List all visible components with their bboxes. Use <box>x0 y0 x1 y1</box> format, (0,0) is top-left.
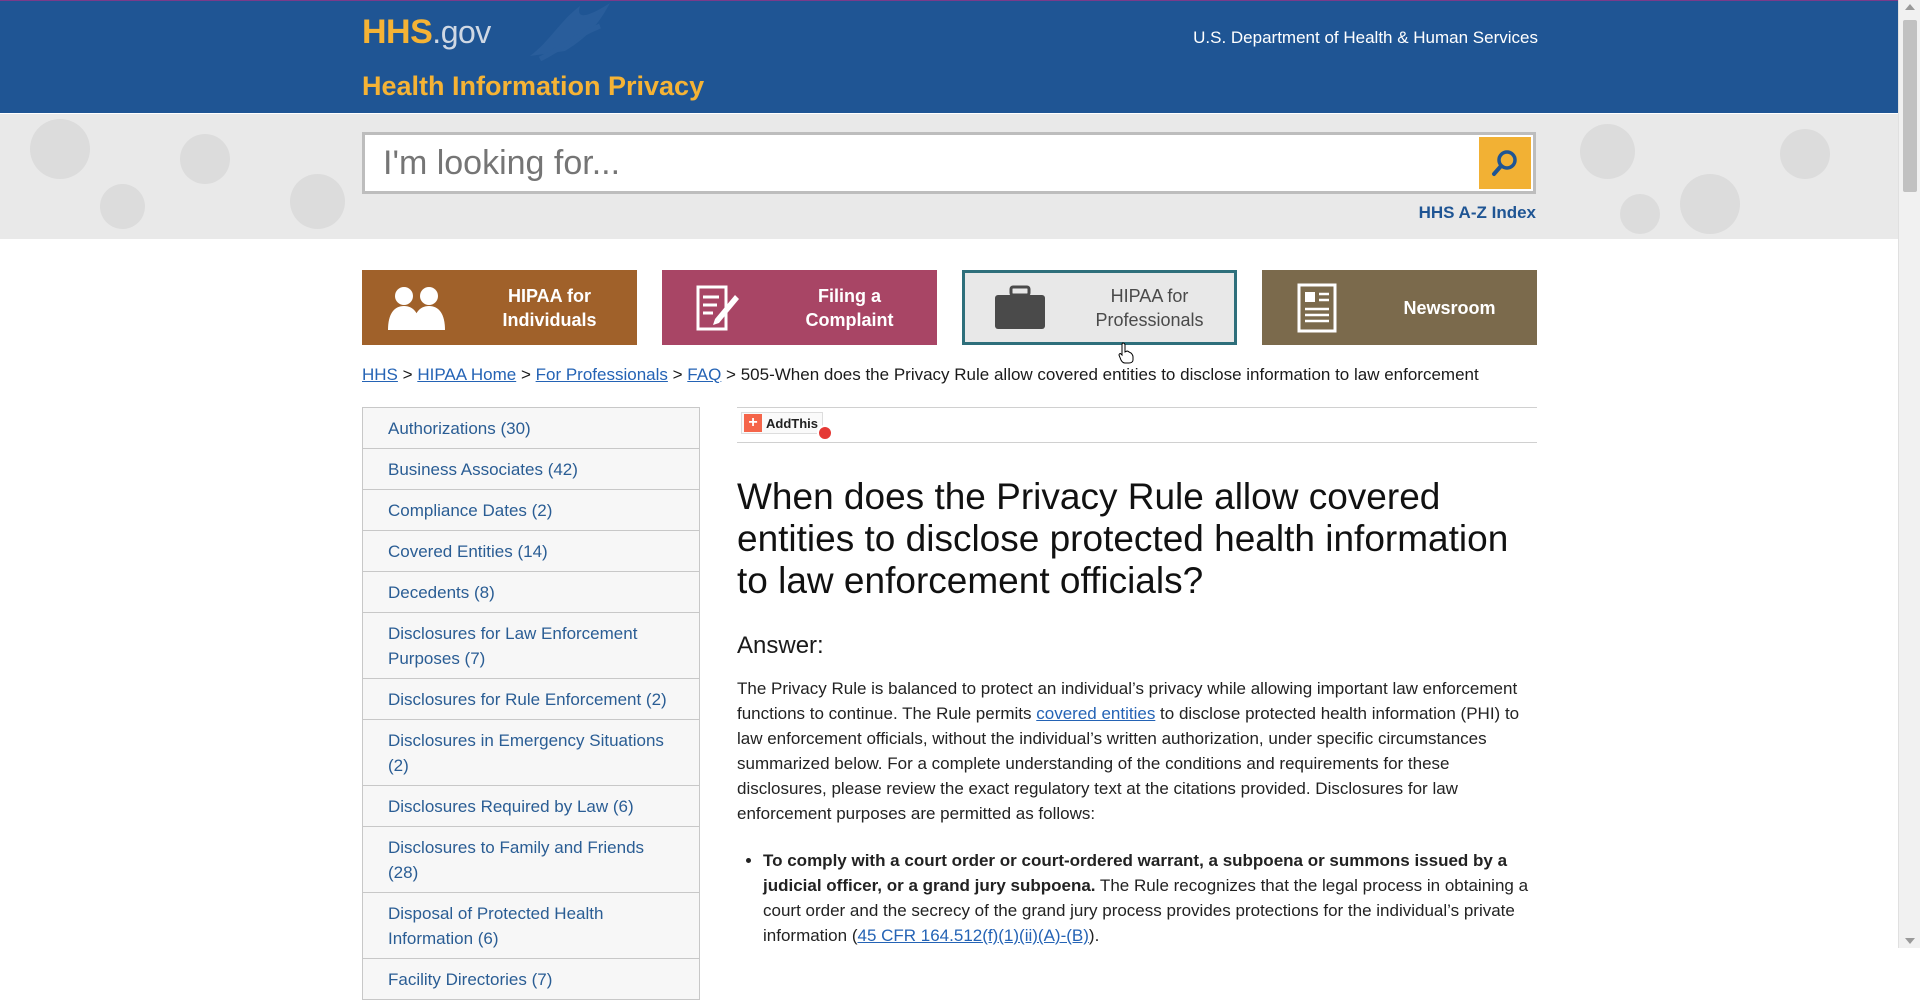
search-band: HHS A-Z Index <box>0 114 1898 239</box>
breadcrumb-link-hipaa-home[interactable]: HIPAA Home <box>417 365 516 384</box>
breadcrumb-separator: > <box>726 365 736 384</box>
answer-heading: Answer: <box>737 632 824 659</box>
sidebar-item-compliance-dates[interactable]: Compliance Dates (2) <box>363 490 699 531</box>
sidebar-item-rule-enforcement[interactable]: Disclosures for Rule Enforcement (2) <box>363 679 699 720</box>
az-index-link[interactable]: HHS A-Z Index <box>1419 203 1536 223</box>
bg-pattern-circle <box>1620 194 1660 234</box>
bg-pattern-circle <box>1680 174 1740 234</box>
bg-pattern-circle <box>290 174 345 229</box>
bg-pattern-circle <box>100 184 145 229</box>
tile-label: HIPAA for Professionals <box>1095 285 1204 330</box>
sidebar-item-family-and-friends[interactable]: Disclosures to Family and Friends (28) <box>363 827 699 893</box>
breadcrumb-link-for-professionals[interactable]: For Professionals <box>536 365 668 384</box>
bg-pattern-circle <box>180 134 230 184</box>
covered-entities-link[interactable]: covered entities <box>1036 704 1155 723</box>
sidebar-item-covered-entities[interactable]: Covered Entities (14) <box>363 531 699 572</box>
sidebar-item-facility-directories[interactable]: Facility Directories (7) <box>363 959 699 1000</box>
main-content: + AddThis When does the Privacy Rule all… <box>737 407 1537 948</box>
scroll-down-icon[interactable] <box>1905 938 1915 944</box>
site-header: HHS.gov U.S. Department of Health & Huma… <box>0 0 1898 113</box>
sidebar-item-decedents[interactable]: Decedents (8) <box>363 572 699 613</box>
scroll-thumb[interactable] <box>1903 20 1917 192</box>
breadcrumb-current: 505-When does the Privacy Rule allow cov… <box>740 365 1479 384</box>
bg-pattern-circle <box>1580 124 1635 179</box>
search-input[interactable] <box>365 135 1533 191</box>
tile-hipaa-professionals[interactable]: HIPAA for Professionals <box>962 270 1237 345</box>
page-scrollbar[interactable] <box>1898 0 1920 948</box>
bg-pattern-circle <box>1780 129 1830 179</box>
tile-label: HIPAA for Individuals <box>502 285 597 330</box>
list-item: To comply with a court order or court-or… <box>763 848 1537 948</box>
sidebar-item-law-enforcement[interactable]: Disclosures for Law Enforcement Purposes… <box>363 613 699 679</box>
scroll-up-icon[interactable] <box>1905 4 1915 10</box>
sidebar-item-business-associates[interactable]: Business Associates (42) <box>363 449 699 490</box>
breadcrumb-separator: > <box>520 365 531 384</box>
hhs-logo[interactable]: HHS.gov <box>362 13 491 52</box>
notification-badge-icon <box>817 425 833 441</box>
sidebar-item-disposal-phi[interactable]: Disposal of Protected Health Information… <box>363 893 699 959</box>
breadcrumb-separator: > <box>402 365 413 384</box>
tile-label: Filing a Complaint <box>805 285 894 330</box>
breadcrumb: HHS > HIPAA Home > For Professionals > F… <box>362 365 1479 385</box>
bullet-text: ). <box>1088 926 1100 945</box>
plus-icon: + <box>744 414 762 432</box>
tile-newsroom[interactable]: Newsroom <box>1262 270 1537 345</box>
page-title: When does the Privacy Rule allow covered… <box>737 476 1509 601</box>
disclosure-list: To comply with a court order or court-or… <box>737 848 1537 948</box>
logo-suffix: .gov <box>432 14 491 50</box>
breadcrumb-link-hhs[interactable]: HHS <box>362 365 398 384</box>
people-icon <box>362 286 472 330</box>
eagle-icon <box>530 3 610 61</box>
search-button[interactable] <box>1479 137 1531 189</box>
tile-filing-complaint[interactable]: Filing a Complaint <box>662 270 937 345</box>
hand-cursor-icon <box>1118 342 1134 364</box>
sidebar-item-authorizations[interactable]: Authorizations (30) <box>363 408 699 449</box>
sidebar-item-required-by-law[interactable]: Disclosures Required by Law (6) <box>363 786 699 827</box>
faq-category-sidebar: Authorizations (30) Business Associates … <box>362 407 700 1000</box>
newspaper-icon <box>1262 283 1372 333</box>
agency-name: U.S. Department of Health & Human Servic… <box>1193 28 1538 47</box>
cfr-citation-link[interactable]: 45 CFR 164.512(f)(1)(ii)(A)-(B) <box>857 926 1088 945</box>
tile-hipaa-individuals[interactable]: HIPAA for Individuals <box>362 270 637 345</box>
bg-pattern-circle <box>30 119 90 179</box>
sidebar-item-emergency-situations[interactable]: Disclosures in Emergency Situations (2) <box>363 720 699 786</box>
logo-main: HHS <box>362 13 433 51</box>
breadcrumb-link-faq[interactable]: FAQ <box>687 365 721 384</box>
addthis-label: AddThis <box>766 415 818 431</box>
breadcrumb-separator: > <box>672 365 683 384</box>
search-icon <box>1492 150 1517 176</box>
document-pen-icon <box>662 283 772 333</box>
search-box <box>362 132 1536 194</box>
site-title[interactable]: Health Information Privacy <box>362 71 704 102</box>
addthis-button[interactable]: + AddThis <box>741 412 823 434</box>
briefcase-icon <box>965 285 1075 331</box>
tile-label: Newsroom <box>1403 297 1496 318</box>
share-bar: + AddThis <box>737 407 1537 443</box>
answer-paragraph: The Privacy Rule is balanced to protect … <box>737 676 1537 826</box>
